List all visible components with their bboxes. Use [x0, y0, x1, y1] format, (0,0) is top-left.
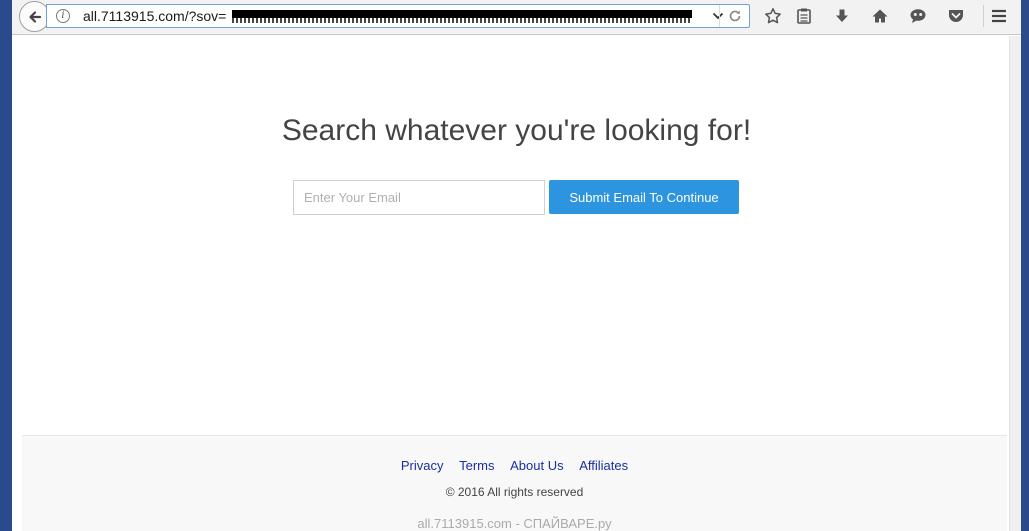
- url-redaction: [232, 9, 692, 24]
- clipboard-icon: [797, 8, 811, 24]
- email-input[interactable]: [293, 180, 545, 215]
- footer-links: Privacy Terms About Us Affiliates: [22, 458, 1007, 473]
- copyright-text: © 2016 All rights reserved: [445, 485, 584, 499]
- page-content: Search whatever you're looking for! Subm…: [12, 36, 1021, 435]
- info-icon[interactable]: i: [56, 9, 70, 23]
- url-bar[interactable]: i all.7113915.com/?sov=: [46, 4, 750, 28]
- pocket-button[interactable]: [945, 5, 967, 27]
- hamburger-menu-icon: [992, 9, 1006, 23]
- star-icon: [765, 8, 781, 24]
- footer-link-privacy[interactable]: Privacy: [401, 458, 444, 473]
- page-scrollbar[interactable]: [1009, 36, 1021, 531]
- reading-list-button[interactable]: [793, 5, 815, 27]
- footer-link-terms[interactable]: Terms: [459, 458, 494, 473]
- back-arrow-icon: [28, 10, 41, 23]
- page-headline: Search whatever you're looking for!: [281, 114, 752, 147]
- pocket-icon: [949, 10, 963, 22]
- reload-button[interactable]: [719, 5, 749, 27]
- download-arrow-icon: [836, 9, 848, 22]
- browser-toolbar: i all.7113915.com/?sov=: [12, 0, 1021, 35]
- footer-link-about-us[interactable]: About Us: [510, 458, 563, 473]
- chat-button[interactable]: [907, 5, 929, 27]
- chat-icon: [910, 9, 926, 23]
- toolbar-separator: [983, 5, 984, 27]
- home-button[interactable]: [869, 5, 891, 27]
- home-icon: [872, 9, 888, 23]
- url-text[interactable]: all.7113915.com/?sov=: [83, 8, 226, 24]
- submit-email-button[interactable]: Submit Email To Continue: [549, 180, 739, 214]
- reload-icon: [729, 10, 740, 22]
- menu-button[interactable]: [988, 5, 1010, 27]
- watermark-text: all.7113915.com - СПАЙВАРЕ.ру: [417, 516, 612, 531]
- downloads-button[interactable]: [831, 5, 853, 27]
- footer-link-affiliates[interactable]: Affiliates: [579, 458, 628, 473]
- bookmark-star-button[interactable]: [762, 5, 784, 27]
- browser-window: i all.7113915.com/?sov= Search whatever …: [12, 0, 1021, 531]
- page-footer: Privacy Terms About Us Affiliates © 2016…: [22, 435, 1007, 531]
